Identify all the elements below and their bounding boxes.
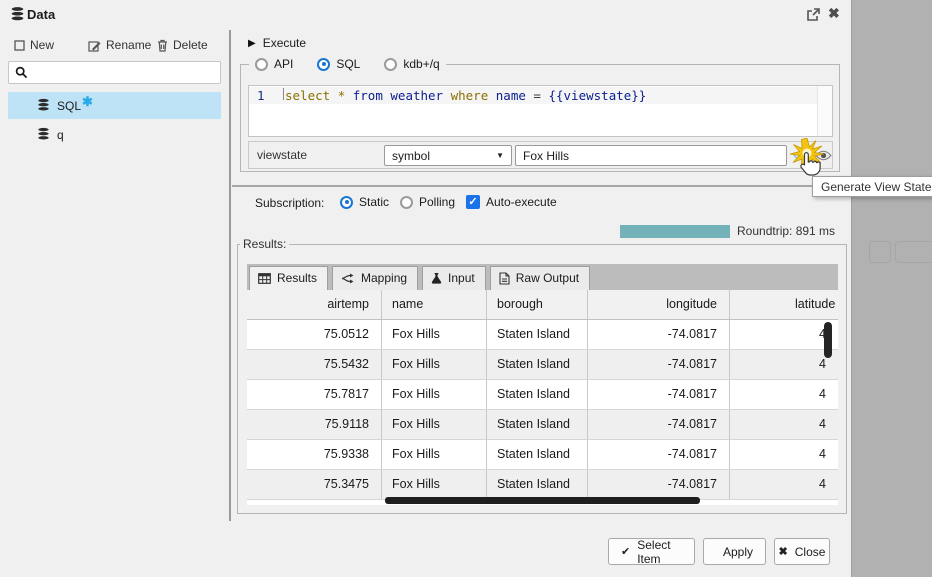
radio-icon [255,58,268,71]
sidebar-item-label: SQL [57,99,81,113]
query-type-group: API SQL kdb+/q [249,57,446,71]
table-row[interactable]: 75.3475Fox HillsStaten Island-74.08174 [247,470,838,500]
delete-button[interactable]: Delete [157,37,208,53]
close-x-icon: ✖ [779,545,788,558]
table-row[interactable]: 75.0512Fox HillsStaten Island-74.08174 [247,320,838,350]
horizontal-scrollbar-thumb[interactable] [385,497,700,504]
tab-raw-output[interactable]: Raw Output [490,266,590,290]
radio-sql[interactable]: SQL [317,57,360,71]
modified-star-icon: ✱ [82,94,93,110]
raw-output-icon [499,272,510,285]
table-row[interactable]: 75.5432Fox HillsStaten Island-74.08174 [247,350,838,380]
search-icon [15,66,28,79]
code-line: select * from weather where name = {{vie… [283,88,646,103]
select-item-button[interactable]: ✔ Select Item [608,538,695,565]
pencil-icon [88,39,101,52]
column-header[interactable]: borough [487,290,588,319]
check-icon: ✔ [621,545,630,558]
line-number: 1 [257,88,265,103]
radio-icon [340,196,353,209]
mapping-icon [341,273,355,284]
editor-scrollbar[interactable] [817,86,832,136]
table-icon [258,273,271,284]
column-header[interactable]: longitude [588,290,730,319]
database-icon [9,5,26,27]
checkbox-check-icon: ✓ [466,195,480,209]
viewstate-label: viewstate [257,148,307,162]
viewstate-value-input[interactable] [515,145,787,166]
radio-icon [400,196,413,209]
tooltip: Generate View State [812,176,932,197]
data-editor-dialog: Data ✖ New Rename Delete SQL ✱ q ▶ Execu… [0,0,852,577]
panel-divider [229,30,231,521]
tab-results[interactable]: Results [249,266,328,290]
table-row[interactable]: 75.7817Fox HillsStaten Island-74.08174 [247,380,838,410]
auto-execute-checkbox[interactable]: ✓Auto-execute [466,195,557,209]
background-panel [869,241,891,263]
sidebar-item-q[interactable]: q [8,121,221,148]
apply-button[interactable]: Apply [703,538,766,565]
sql-code-editor[interactable]: 1 select * from weather where name = {{v… [248,85,833,137]
dialog-title: Data [27,7,55,22]
trash-icon [157,39,168,52]
rename-button[interactable]: Rename [88,37,151,53]
table-row[interactable]: 75.9118Fox HillsStaten Island-74.08174 [247,410,838,440]
database-icon [36,97,51,115]
input-flask-icon [431,272,442,284]
column-header[interactable]: airtemp [247,290,382,319]
sidebar-item-sql[interactable]: SQL ✱ [8,92,221,119]
viewstate-type-select[interactable]: symbol ▼ [384,145,512,166]
results-fieldset: Results: Results Mapping Input Raw Outpu… [237,244,847,514]
sidebar-item-label: q [57,128,64,142]
table-header-row: airtemp name borough longitude latitude [247,290,838,320]
search-input[interactable] [8,61,221,84]
column-header[interactable]: name [382,290,487,319]
text-caret [283,88,284,100]
tab-input[interactable]: Input [422,266,486,290]
chevron-down-icon: ▼ [496,151,504,160]
close-button[interactable]: ✖ Close [774,538,830,565]
results-tabstrip: Results Mapping Input Raw Output [247,264,838,290]
subscription-label: Subscription: [255,196,324,210]
tab-mapping[interactable]: Mapping [332,266,418,290]
vertical-scrollbar-thumb[interactable] [824,322,832,358]
viewstate-row: viewstate symbol ▼ [248,141,833,169]
column-header[interactable]: latitude [730,290,838,319]
table-row[interactable]: 75.9338Fox HillsStaten Island-74.08174 [247,440,838,470]
radio-api[interactable]: API [255,57,293,71]
results-table: airtemp name borough longitude latitude … [247,290,838,505]
radio-icon [384,58,397,71]
new-button[interactable]: New [14,37,54,53]
radio-polling[interactable]: Polling [400,195,455,209]
progress-bar [620,225,730,238]
background-panel [895,241,932,263]
radio-icon [317,58,330,71]
section-divider [232,185,852,187]
close-icon[interactable]: ✖ [828,5,840,22]
new-file-icon [14,40,25,51]
radio-static[interactable]: Static [340,195,389,209]
radio-kdbq[interactable]: kdb+/q [384,57,439,71]
roundtrip-text: Roundtrip: 891 ms [737,224,835,238]
popout-icon[interactable] [806,8,820,27]
execute-button[interactable]: ▶ Execute [248,36,306,50]
results-legend: Results: [240,237,289,251]
play-icon: ▶ [248,38,256,49]
database-icon [36,126,51,144]
